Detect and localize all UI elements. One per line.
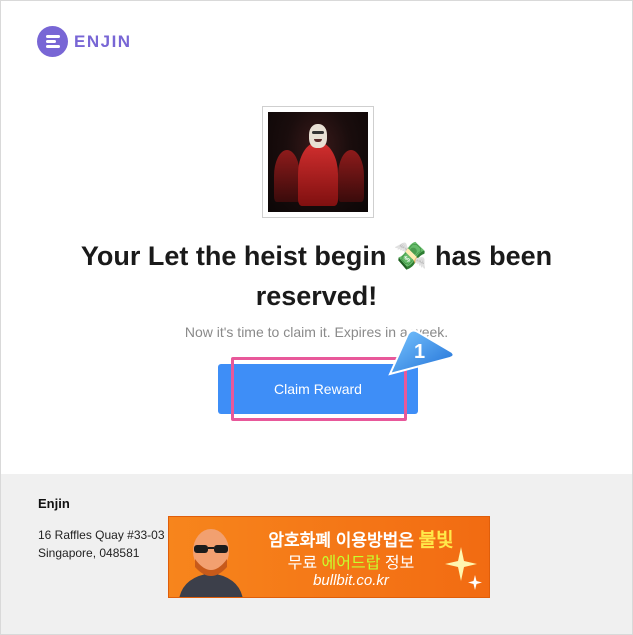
ad-subheadline: 무료 에어드랍 정보	[287, 555, 415, 572]
enjin-logo-icon	[37, 26, 68, 57]
subtitle-text: Now it's time to claim it. Expires in a …	[184, 324, 449, 340]
tutorial-step-marker: 1	[388, 326, 456, 378]
address-line-2: Singapore, 048581	[38, 546, 140, 560]
footer-address: 16 Raffles Quay #33-03 Singapore, 048581	[38, 526, 165, 562]
ad-url: bullbit.co.kr	[313, 572, 389, 589]
enjin-logo[interactable]: ENJIN	[37, 26, 132, 57]
email-footer: Enjin 16 Raffles Quay #33-03 Singapore, …	[1, 474, 632, 634]
marker-number: 1	[414, 341, 425, 363]
tutorial-highlight-box	[231, 357, 407, 421]
bald-man-sunglasses-icon	[179, 529, 243, 597]
brand-name: ENJIN	[74, 31, 132, 51]
nft-image-frame	[262, 106, 374, 218]
footer-company-name: Enjin	[38, 496, 70, 511]
nft-artwork-image	[268, 112, 368, 212]
advertisement-banner[interactable]: 암호화폐 이용방법은 불빛 무료 에어드랍 정보 bullbit.co.kr	[168, 516, 490, 598]
address-line-1: 16 Raffles Quay #33-03	[38, 528, 165, 542]
sparkle-icon	[445, 547, 482, 590]
page-title: Your Let the heist begin 💸 has been rese…	[80, 241, 553, 311]
